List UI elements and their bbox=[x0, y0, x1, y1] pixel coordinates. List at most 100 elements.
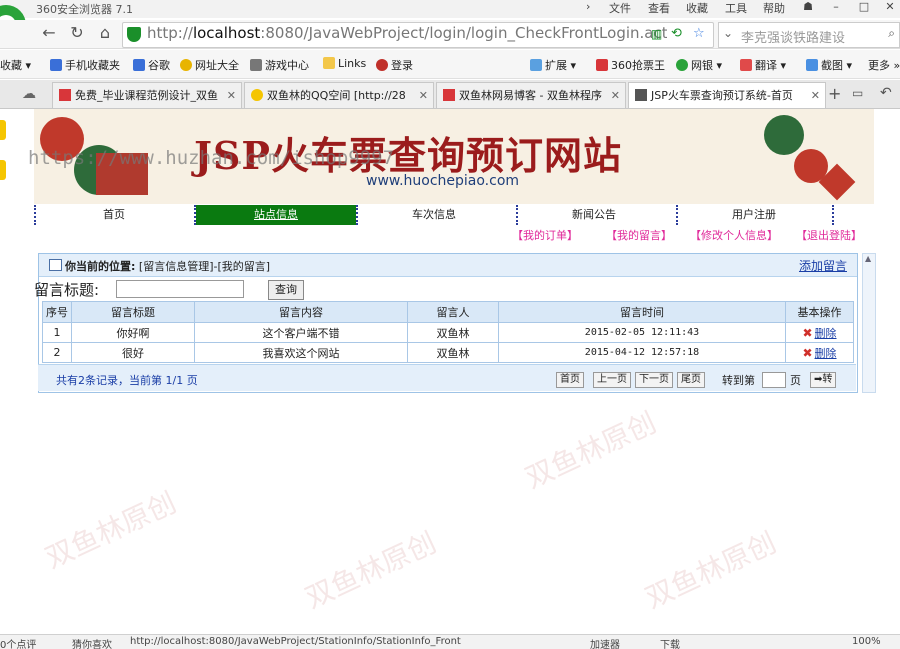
side-news-icon[interactable] bbox=[0, 120, 6, 140]
cell-user: 双鱼林 bbox=[407, 322, 499, 343]
search-icon[interactable]: ⌕ bbox=[888, 26, 895, 41]
next-page-button[interactable]: 下一页 bbox=[635, 372, 673, 388]
google-icon bbox=[133, 59, 145, 71]
tab-favicon bbox=[443, 89, 455, 101]
status-news[interactable]: 猜你喜欢 bbox=[72, 636, 112, 649]
delete-link[interactable]: 删除 bbox=[815, 327, 837, 340]
tab-2[interactable]: 双鱼林的QQ空间 [http://28 ✕ bbox=[244, 82, 434, 108]
link-logout[interactable]: 【退出登陆】 bbox=[796, 227, 862, 243]
home-icon[interactable]: ⌂ bbox=[96, 24, 114, 42]
toolbar-extensions[interactable]: 扩展 ▾ bbox=[530, 57, 576, 73]
menu-file[interactable]: 文件 bbox=[609, 0, 631, 16]
cell-no: 2 bbox=[42, 342, 72, 363]
toolbar-ticket[interactable]: 360抢票王 bbox=[596, 57, 665, 73]
tab-close-icon[interactable]: ✕ bbox=[227, 83, 236, 108]
bookmark-links[interactable]: Links bbox=[323, 57, 366, 70]
toolbar-bank[interactable]: 网银 ▾ bbox=[676, 57, 722, 73]
favorite-star-icon[interactable]: ☆ bbox=[693, 26, 705, 41]
bookmark-favorites[interactable]: 收藏 ▾ bbox=[0, 57, 31, 73]
status-comments[interactable]: 0个点评 bbox=[0, 636, 36, 649]
side-apps-icon[interactable] bbox=[0, 160, 6, 180]
scroll-up-icon[interactable]: ▲ bbox=[865, 254, 871, 263]
watermark-text: 双鱼林原创 bbox=[640, 525, 782, 615]
cell-ops: ✖ 删除 bbox=[785, 342, 854, 363]
gamepad-icon bbox=[250, 59, 262, 71]
maximize-icon[interactable]: □ bbox=[856, 0, 872, 16]
menu-tools[interactable]: 工具 bbox=[725, 0, 747, 16]
menu-favorites[interactable]: 收藏 bbox=[686, 0, 708, 16]
skin-icon[interactable]: ☗ bbox=[800, 0, 816, 16]
tab-close-icon[interactable]: ✕ bbox=[611, 83, 620, 108]
tab-close-icon[interactable]: ✕ bbox=[419, 83, 428, 108]
status-url: http://localhost:8080/JavaWebProject/Sta… bbox=[130, 636, 461, 647]
col-no: 序号 bbox=[42, 301, 72, 323]
tab-close-icon[interactable]: ✕ bbox=[811, 83, 820, 108]
search-placeholder: 李克强谈铁路建设 bbox=[741, 31, 846, 46]
cell-content: 我喜欢这个网站 bbox=[194, 342, 408, 363]
cloud-icon[interactable]: ☁ bbox=[22, 86, 36, 102]
goto-page-input[interactable] bbox=[762, 372, 786, 388]
speed-icon[interactable]: ⟲ bbox=[671, 26, 682, 41]
nav-register[interactable]: 用户注册 bbox=[674, 205, 834, 225]
nav-home[interactable]: 首页 bbox=[34, 205, 194, 225]
toolbar-translate[interactable]: 翻译 ▾ bbox=[740, 57, 786, 73]
cell-title: 你好啊 bbox=[71, 322, 195, 343]
breadcrumb: 你当前的位置: [留言信息管理]-[我的留言] bbox=[65, 260, 271, 273]
address-url[interactable]: http://localhost:8080/JavaWebProject/log… bbox=[147, 24, 667, 42]
nav-train-info[interactable]: 车次信息 bbox=[354, 205, 514, 225]
goto-button[interactable]: ➡转 bbox=[810, 372, 837, 388]
panel-icon bbox=[49, 259, 62, 271]
first-page-button[interactable]: 首页 bbox=[556, 372, 584, 388]
link-my-orders[interactable]: 【我的订单】 bbox=[512, 227, 578, 243]
status-download[interactable]: 下载 bbox=[660, 636, 680, 649]
link-edit-profile[interactable]: 【修改个人信息】 bbox=[690, 227, 778, 243]
compat-mode-icon[interactable]: ▥ bbox=[651, 27, 662, 41]
nav-station-info[interactable]: 站点信息 bbox=[196, 205, 356, 225]
bookmark-google[interactable]: 谷歌 bbox=[133, 57, 170, 73]
bookmark-mobile[interactable]: 手机收藏夹 bbox=[50, 57, 120, 73]
toolbar-screenshot[interactable]: 截图 ▾ bbox=[806, 57, 852, 73]
bookmark-hao[interactable]: 网址大全 bbox=[180, 57, 239, 73]
last-page-button[interactable]: 尾页 bbox=[677, 372, 705, 388]
status-accelerator[interactable]: 加速器 bbox=[590, 636, 620, 649]
undo-close-tab-icon[interactable]: ↶ bbox=[880, 85, 892, 101]
toolbar-more[interactable]: 更多 » bbox=[868, 57, 900, 73]
bookmark-login[interactable]: 登录 bbox=[376, 57, 413, 73]
search-engine-chevron-icon[interactable]: ⌄ bbox=[723, 26, 733, 40]
delete-icon[interactable]: ✖ bbox=[802, 326, 812, 340]
tab-3[interactable]: 双鱼林网易博客 - 双鱼林程序 ✕ bbox=[436, 82, 626, 108]
link-my-messages[interactable]: 【我的留言】 bbox=[606, 227, 672, 243]
close-icon[interactable]: ✕ bbox=[882, 0, 898, 16]
url-watermark: https://www.huzhan.com/ishop9997 bbox=[28, 147, 395, 169]
col-content: 留言内容 bbox=[194, 301, 408, 323]
address-bar[interactable]: http://localhost:8080/JavaWebProject/log… bbox=[122, 22, 714, 48]
menu-view[interactable]: 查看 bbox=[648, 0, 670, 16]
search-title-input[interactable] bbox=[116, 280, 244, 298]
back-icon[interactable]: ← bbox=[40, 24, 58, 42]
cell-time: 2015-04-12 12:57:18 bbox=[498, 342, 786, 363]
search-box[interactable]: ⌄ 李克强谈铁路建设 ⌕ bbox=[718, 22, 900, 48]
tab-4-active[interactable]: JSP火车票查询预订系统-首页 ✕ bbox=[628, 82, 826, 108]
bookmark-games[interactable]: 游戏中心 bbox=[250, 57, 309, 73]
delete-icon[interactable]: ✖ bbox=[802, 346, 812, 360]
new-tab-icon[interactable]: + bbox=[828, 84, 841, 103]
window-title: 360安全浏览器 7.1 bbox=[36, 3, 133, 16]
menu-back-arrow-icon[interactable]: › bbox=[586, 0, 590, 13]
goto-label: 转到第 bbox=[722, 374, 755, 387]
cell-time: 2015-02-05 12:11:43 bbox=[498, 322, 786, 343]
message-table: 序号 留言标题 留言内容 留言人 留言时间 基本操作 1 你好啊 这个客户端不错… bbox=[42, 301, 854, 363]
tab-1[interactable]: 免费_毕业课程范例设计_双鱼 ✕ bbox=[52, 82, 242, 108]
search-button[interactable]: 查询 bbox=[268, 280, 304, 300]
tab-favicon bbox=[251, 89, 263, 101]
menu-help[interactable]: 帮助 bbox=[763, 0, 785, 16]
watermark-text: 双鱼林原创 bbox=[40, 485, 182, 575]
minimize-icon[interactable]: – bbox=[828, 0, 844, 16]
refresh-icon[interactable]: ↻ bbox=[68, 24, 86, 42]
status-zoom[interactable]: 100% bbox=[852, 636, 881, 647]
nav-news[interactable]: 新闻公告 bbox=[514, 205, 674, 225]
prev-page-button[interactable]: 上一页 bbox=[593, 372, 631, 388]
delete-link[interactable]: 删除 bbox=[815, 347, 837, 360]
panel-scrollbar[interactable]: ▲ bbox=[862, 253, 876, 393]
tab-list-icon[interactable]: ▭ bbox=[852, 86, 863, 100]
add-message-link[interactable]: 添加留言 bbox=[799, 257, 847, 274]
